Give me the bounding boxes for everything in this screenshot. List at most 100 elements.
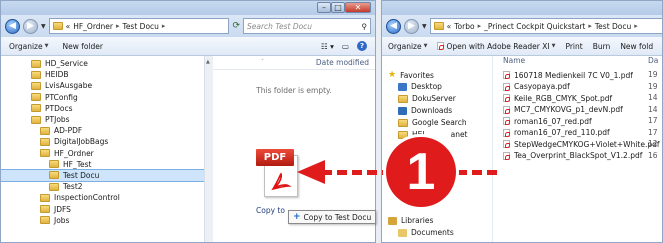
close-button[interactable]: ✕: [345, 2, 371, 13]
search-input[interactable]: Search Test Docu ⚲: [243, 18, 371, 34]
scrollbar[interactable]: ▲: [204, 56, 213, 242]
chevron-right-icon[interactable]: ▸: [162, 22, 166, 30]
file-list[interactable]: Name Da 160718 Medienkeil 7C V0_1.pdf 19 C…: [492, 56, 662, 242]
folder-icon: [31, 81, 41, 90]
file-date: 14: [648, 104, 658, 114]
forward-icon[interactable]: ▶: [23, 18, 38, 34]
breadcrumb-item[interactable]: Test Docu: [595, 22, 631, 31]
tree-item[interactable]: LvisAusgabe: [1, 80, 204, 91]
tree-item[interactable]: PTJobs: [1, 114, 204, 125]
file-row[interactable]: Keile_RGB_CMYK_Spot.pdf: [503, 93, 612, 103]
libraries-label: Libraries: [401, 216, 434, 225]
libraries-header[interactable]: Libraries: [388, 216, 433, 225]
preview-pane-icon[interactable]: ▭: [342, 42, 349, 51]
tree-item-label: HD_Service: [45, 59, 88, 69]
favorite-item-desktop[interactable]: Desktop: [398, 82, 442, 91]
minimize-button[interactable]: –: [317, 2, 331, 13]
organize-button[interactable]: Organize ▼: [9, 42, 48, 51]
file-name: roman16_07_red.pdf: [514, 116, 592, 126]
tree-item[interactable]: Test Docu: [1, 168, 205, 183]
chevron-right-icon[interactable]: ▸: [116, 22, 120, 30]
chevron-right-icon[interactable]: ▸: [478, 22, 482, 30]
print-button[interactable]: Print: [565, 42, 582, 51]
maximize-button[interactable]: □: [331, 2, 345, 13]
new-folder-button[interactable]: New folder: [62, 42, 103, 51]
breadcrumb-item[interactable]: Test Docu: [123, 22, 159, 31]
libraries-icon: [388, 216, 397, 225]
breadcrumb-item[interactable]: _Prinect Cockpit Quickstart: [484, 22, 585, 31]
back-icon[interactable]: ◀: [386, 18, 401, 34]
organize-button[interactable]: Organize ▼: [388, 42, 427, 51]
column-header-date[interactable]: Date modified: [316, 58, 369, 67]
address-field[interactable]: « HF_Ordner ▸ Test Docu ▸: [48, 18, 230, 34]
tree-item-label: PTConfig: [45, 92, 78, 102]
favorite-item-downloads[interactable]: Downloads: [398, 106, 452, 115]
folder-icon: [31, 93, 41, 102]
folder-icon: [49, 182, 59, 191]
address-field[interactable]: « Torbo ▸ _Prinect Cockpit Quickstart ▸ …: [429, 18, 662, 34]
file-date: 17: [648, 116, 658, 125]
tree-item[interactable]: PTConfig: [1, 92, 204, 103]
favorite-label: Desktop: [411, 82, 442, 91]
folder-icon: [31, 59, 41, 68]
documents-icon: [398, 228, 407, 237]
tree-item[interactable]: HD_Service: [1, 58, 204, 69]
favorite-item-hei[interactable]: HEI anet: [398, 130, 468, 139]
tree-item[interactable]: AD-PDF: [1, 125, 204, 136]
tree-item-label: HF_Ordner: [54, 148, 94, 158]
recent-pages-icon[interactable]: ▼: [422, 23, 427, 30]
file-name: 160718 Medienkeil 7C V0_1.pdf: [514, 70, 633, 80]
breadcrumb-item[interactable]: Torbo: [454, 22, 474, 31]
breadcrumb-overflow[interactable]: «: [447, 22, 452, 31]
new-folder-button[interactable]: New fold: [620, 42, 653, 51]
chevron-right-icon[interactable]: ▸: [588, 22, 592, 30]
tree-item[interactable]: InspectionControl: [1, 192, 204, 203]
tree-item[interactable]: JDFS: [1, 203, 204, 214]
file-name: Casyopaya.pdf: [514, 82, 570, 91]
file-row[interactable]: roman16_07_red.pdf: [503, 116, 592, 126]
tree-item[interactable]: HF_Test: [1, 159, 204, 170]
tree-item[interactable]: HEIDB: [1, 69, 204, 80]
favorites-label: Favorites: [400, 70, 434, 80]
favorites-header[interactable]: ★ Favorites: [388, 70, 434, 80]
back-icon[interactable]: ◀: [5, 18, 20, 34]
tree-item-label: HF_Test: [63, 159, 92, 169]
file-row[interactable]: roman16_07_red_110.pdf: [503, 128, 610, 138]
burn-button[interactable]: Burn: [593, 42, 611, 51]
view-options-icon[interactable]: ☷ ▾: [321, 42, 334, 51]
favorite-label-partial: anet: [450, 130, 468, 139]
file-row[interactable]: 160718 Medienkeil 7C V0_1.pdf: [503, 70, 633, 80]
forward-icon[interactable]: ▶: [404, 18, 419, 34]
chevron-right-icon[interactable]: ▸: [634, 22, 638, 30]
tree-item[interactable]: Test2: [1, 181, 204, 192]
pdf-file-icon: [503, 94, 510, 102]
tree-item[interactable]: HF_Ordner: [1, 148, 204, 159]
folder-icon: [31, 115, 41, 124]
tree-item[interactable]: Jobs: [1, 215, 204, 226]
file-row[interactable]: StepWedgeCMYKOG+Violet+White.pdf: [503, 139, 660, 149]
refresh-icon[interactable]: ⟳: [232, 21, 240, 31]
file-row[interactable]: Tea_Overprint_BlackSpot_V1.2.pdf: [503, 151, 642, 161]
search-icon[interactable]: ⚲: [362, 22, 368, 31]
favorite-item-google-search[interactable]: Google Search: [398, 118, 467, 127]
scroll-up-icon[interactable]: ▲: [206, 59, 210, 65]
column-header-date[interactable]: Da: [648, 56, 658, 65]
tree-item[interactable]: DigitalJobBags: [1, 136, 204, 147]
recent-pages-icon[interactable]: ▼: [41, 23, 46, 30]
tree-item[interactable]: PTDocs: [1, 103, 204, 114]
open-with-button[interactable]: Open with Adobe Reader XI ▼: [437, 42, 555, 51]
pdf-banner: PDF: [256, 149, 294, 166]
drag-tooltip: + Copy to Test Docu: [288, 210, 377, 224]
breadcrumb-overflow[interactable]: «: [66, 22, 71, 31]
breadcrumb-item[interactable]: HF_Ordner: [73, 22, 113, 31]
library-item-documents[interactable]: Documents: [398, 228, 454, 237]
help-icon[interactable]: ?: [357, 41, 367, 51]
dragged-pdf-file[interactable]: PDF: [256, 149, 300, 201]
file-row[interactable]: Casyopaya.pdf: [503, 82, 570, 92]
folder-icon: [40, 137, 50, 146]
column-header-name[interactable]: Name: [503, 56, 525, 65]
file-row[interactable]: MC7_CMYKOVG_p1_devN.pdf: [503, 105, 623, 115]
file-name: Tea_Overprint_BlackSpot_V1.2.pdf: [514, 151, 643, 160]
favorite-item-dokuserver[interactable]: DokuServer: [398, 94, 456, 103]
new-folder-label: New fold: [620, 41, 654, 51]
